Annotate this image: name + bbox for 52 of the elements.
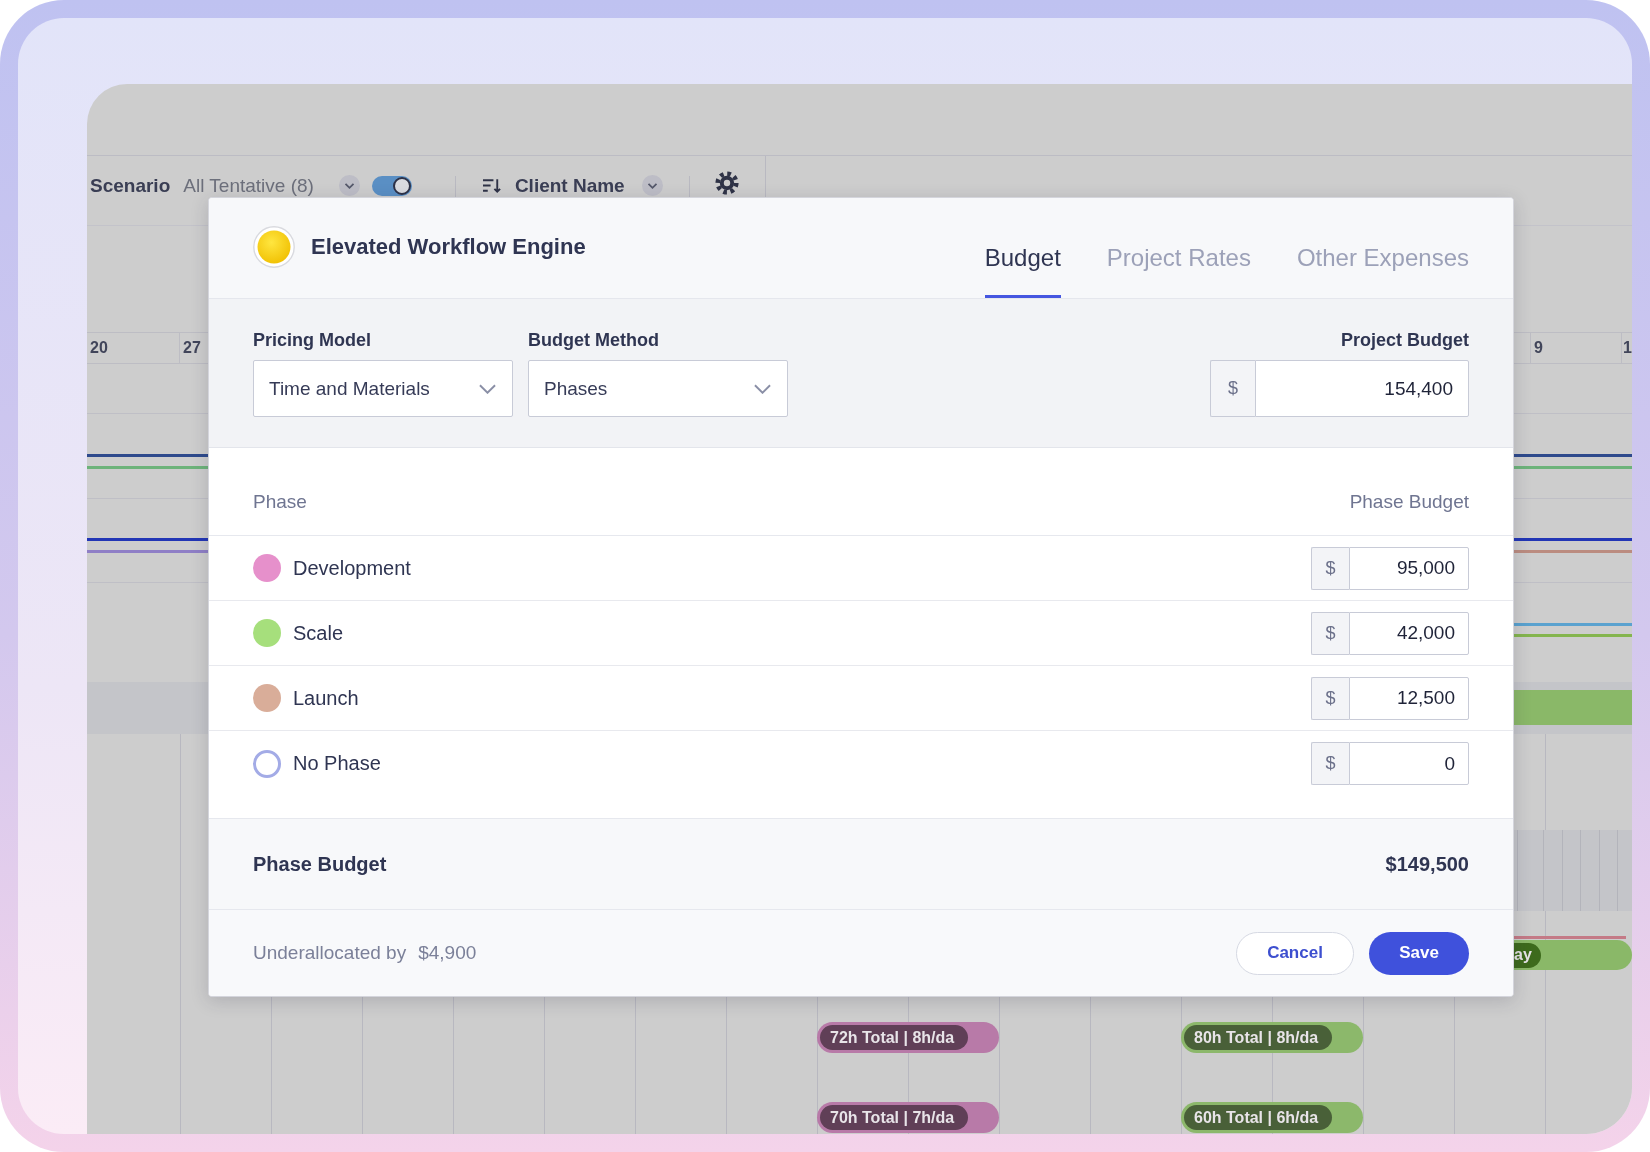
chevron-down-icon xyxy=(479,383,496,394)
currency-prefix: $ xyxy=(1311,676,1349,720)
bar-label: 72h Total | 8h/da xyxy=(820,1025,968,1050)
status-label: Underallocated by xyxy=(253,942,407,964)
column-header: Phase Budget xyxy=(1349,491,1469,513)
amount-field[interactable]: 12,500 xyxy=(1349,676,1469,720)
schedule-bar[interactable]: 60h Total | 6h/da xyxy=(1181,1102,1363,1133)
chevron-down-icon[interactable] xyxy=(641,175,663,196)
field-label: Budget Method xyxy=(528,329,660,351)
total-label: Phase Budget xyxy=(253,852,387,876)
bar-label: ay xyxy=(1514,942,1541,968)
phase-name: Scale xyxy=(293,621,344,645)
settings-icon[interactable] xyxy=(714,170,739,195)
date-label: 9 xyxy=(1534,339,1543,357)
currency-prefix: $ xyxy=(1311,611,1349,655)
date-label: 27 xyxy=(183,339,201,357)
cancel-button[interactable]: Cancel xyxy=(1236,931,1354,975)
phase-name: Development xyxy=(293,556,411,580)
column-header: Phase xyxy=(253,491,307,513)
sort-dropdown[interactable]: Client Name xyxy=(514,176,625,195)
schedule-bar[interactable]: 72h Total | 8h/da xyxy=(817,1022,999,1053)
status-value: $4,900 xyxy=(418,942,477,964)
pricing-model-select[interactable]: Time and Materials xyxy=(253,360,513,417)
project-dot-icon xyxy=(253,226,295,268)
currency-prefix: $ xyxy=(1311,546,1349,590)
chevron-down-icon[interactable] xyxy=(338,175,360,196)
schedule-bar[interactable]: ay xyxy=(1514,940,1632,970)
schedule-bar[interactable]: 80h Total | 8h/da xyxy=(1181,1022,1363,1053)
amount-field[interactable]: 154,400 xyxy=(1255,360,1469,417)
chevron-down-icon xyxy=(754,383,771,394)
field-label: Project Budget xyxy=(1341,329,1469,351)
phase-name: Launch xyxy=(293,686,359,710)
currency-prefix: $ xyxy=(1311,742,1349,785)
budget-method-select[interactable]: Phases xyxy=(528,360,788,417)
amount-field[interactable]: 0 xyxy=(1349,742,1469,785)
save-button[interactable]: Save xyxy=(1369,931,1469,975)
bar-label: 60h Total | 6h/da xyxy=(1184,1105,1332,1130)
dialog-title: Elevated Workflow Engine xyxy=(311,234,586,260)
amount-field[interactable]: 42,000 xyxy=(1349,611,1469,655)
date-label: 20 xyxy=(90,339,108,357)
bar-label: 80h Total | 8h/da xyxy=(1184,1025,1332,1050)
phase-name: No Phase xyxy=(293,752,381,775)
sort-icon[interactable] xyxy=(482,177,502,194)
toggle-switch[interactable] xyxy=(371,175,412,196)
bar-label: 70h Total | 7h/da xyxy=(820,1105,968,1130)
field-label: Pricing Model xyxy=(253,329,372,351)
schedule-bar[interactable]: 70h Total | 7h/da xyxy=(817,1102,999,1133)
date-label: 1 xyxy=(1623,339,1632,357)
scenario-label: Scenario xyxy=(90,176,171,195)
currency-prefix: $ xyxy=(1210,360,1255,417)
amount-field[interactable]: 95,000 xyxy=(1349,546,1469,590)
total-value: $149,500 xyxy=(1385,852,1469,876)
